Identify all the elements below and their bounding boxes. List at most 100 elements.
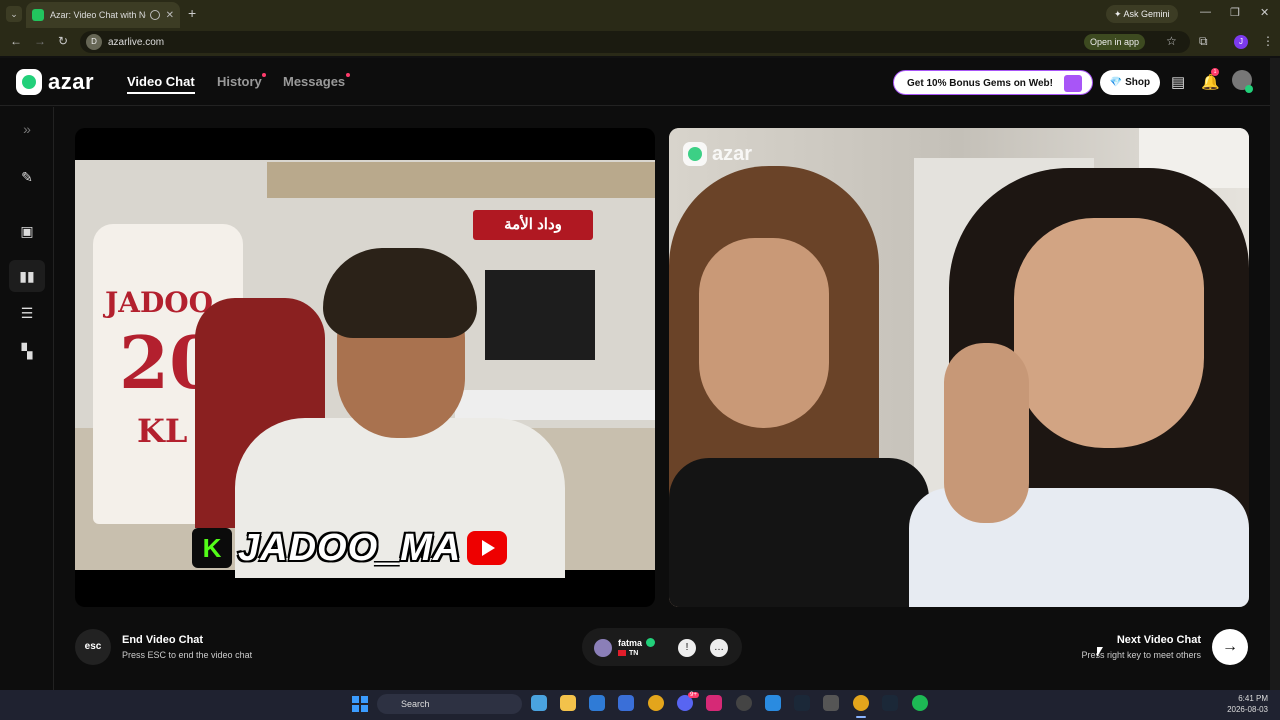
end-video-chat-title: End Video Chat	[122, 634, 204, 646]
tv-screen	[485, 270, 595, 360]
notification-badge: 1	[1211, 68, 1219, 76]
mail-app-icon[interactable]	[589, 695, 605, 711]
left-sidebar: » ✎ ▣ ▮▮ ☰ ▚	[0, 107, 54, 690]
partner-1-face	[699, 238, 829, 428]
partner-2-hand	[944, 343, 1029, 523]
azar-watermark: azar	[683, 142, 752, 166]
partner-avatar[interactable]	[594, 639, 612, 657]
mouse-cursor	[1097, 647, 1103, 657]
jersey-letters: KL	[137, 412, 188, 450]
partner-1-body	[669, 458, 929, 607]
forward-icon[interactable]: →	[34, 34, 46, 48]
azar-favicon	[32, 9, 44, 21]
clock-time: 6:41 PM	[1238, 694, 1268, 703]
history-notification-dot	[262, 73, 266, 77]
partner-country-code: TN	[629, 650, 639, 657]
photos-app-icon[interactable]	[531, 695, 547, 711]
profile-avatar[interactable]: J	[1234, 35, 1248, 49]
azar-logo-icon	[16, 69, 42, 95]
report-shield-icon[interactable]: !	[678, 639, 696, 657]
url-bar[interactable]: D azarlive.com	[80, 31, 1190, 53]
steam-icon[interactable]	[794, 695, 810, 711]
shop-button[interactable]: 💎 Shop	[1100, 70, 1160, 95]
magic-wand-icon[interactable]: ✎	[19, 169, 35, 186]
chrome-icon[interactable]	[648, 695, 664, 711]
sticker-icon[interactable]: ▣	[19, 223, 35, 240]
obs-icon[interactable]	[736, 695, 752, 711]
desk	[455, 390, 655, 420]
youtube-logo-icon	[467, 531, 508, 565]
jersey-name: JADOO	[105, 286, 214, 319]
end-video-chat-button[interactable]: esc	[75, 629, 111, 665]
app-header: azar Video Chat History Messages Get 10%…	[0, 58, 1270, 106]
file-explorer-icon[interactable]	[560, 695, 576, 711]
azar-logo[interactable]: azar	[16, 69, 94, 95]
partner-country: TN	[618, 650, 638, 657]
kick-logo-icon: K	[192, 528, 232, 568]
new-tab-button[interactable]: +	[188, 5, 196, 21]
open-in-app-label: Open in app	[1090, 37, 1140, 47]
tab-title: Azar: Video Chat with New	[50, 10, 146, 20]
partner-video-pane: azar	[669, 128, 1249, 607]
active-app-indicator	[856, 716, 866, 718]
back-icon[interactable]: ←	[10, 34, 22, 48]
gift-icon	[1064, 75, 1082, 92]
end-video-chat-hint: Press ESC to end the video chat	[122, 650, 253, 660]
audio-icon[interactable]	[149, 10, 160, 20]
taskbar-search[interactable]: Search	[377, 694, 522, 714]
ask-gemini-button[interactable]: ✦ Ask Gemini	[1106, 5, 1178, 23]
reload-icon[interactable]: ↻	[58, 34, 68, 48]
spotify-icon[interactable]	[912, 695, 928, 711]
bell-icon[interactable]: 🔔	[1201, 73, 1220, 91]
capcut-icon[interactable]	[823, 695, 839, 711]
ask-gemini-label: Ask Gemini	[1123, 9, 1170, 19]
layout-stacked-icon[interactable]: ☰	[19, 305, 35, 322]
bonus-gems-button[interactable]: Get 10% Bonus Gems on Web!	[893, 70, 1093, 95]
bonus-gems-label: Get 10% Bonus Gems on Web!	[907, 78, 1053, 89]
messages-notification-dot	[346, 73, 350, 77]
chat-bubble-icon[interactable]: …	[710, 639, 728, 657]
nav-video-chat[interactable]: Video Chat	[127, 74, 195, 94]
expand-sidebar-icon[interactable]: »	[19, 121, 35, 137]
windows-start-icon[interactable]	[352, 696, 368, 712]
page-scrollbar[interactable]	[1270, 58, 1280, 690]
browser-menu-icon[interactable]: ⋮	[1262, 34, 1274, 48]
my-video-pane: وداد الأمة JADOO 20 KL K JADOO_MA	[75, 128, 655, 607]
zoom-icon[interactable]	[765, 695, 781, 711]
steam-alt-icon[interactable]	[882, 695, 898, 711]
shop-label: Shop	[1125, 77, 1151, 88]
system-clock[interactable]: 6:41 PM 2026-08-03	[1222, 693, 1268, 715]
bookmark-star-icon[interactable]: ☆	[1166, 34, 1177, 48]
nav-messages[interactable]: Messages	[283, 74, 345, 89]
instagram-icon[interactable]	[706, 695, 722, 711]
maximize-button[interactable]: ❐	[1230, 6, 1240, 19]
tab-search-button[interactable]: ⌄	[6, 6, 22, 22]
wydad-scarf: وداد الأمة	[473, 210, 593, 240]
store-app-icon[interactable]	[618, 695, 634, 711]
windows-taskbar	[0, 690, 1280, 720]
chrome-active-icon[interactable]	[853, 695, 869, 711]
close-tab-icon[interactable]: ✕	[166, 10, 174, 21]
url-text: azarlive.com	[108, 36, 165, 48]
next-video-chat-title: Next Video Chat	[1116, 634, 1201, 646]
streamer-name: JADOO_MA	[238, 526, 462, 569]
minimize-button[interactable]: —	[1200, 6, 1211, 18]
open-in-app-button[interactable]: Open in app	[1084, 34, 1146, 50]
partner-name: fatma	[618, 638, 643, 648]
azar-logo-text: azar	[48, 69, 95, 94]
nav-history[interactable]: History	[217, 74, 262, 89]
azar-app: azar Video Chat History Messages Get 10%…	[0, 58, 1270, 690]
close-window-button[interactable]: ✕	[1260, 6, 1269, 19]
extensions-icon[interactable]: ⧉	[1199, 34, 1208, 49]
verified-badge-icon	[646, 638, 655, 647]
streamer-hair	[323, 248, 477, 338]
next-video-chat-button[interactable]: →	[1212, 629, 1248, 665]
layout-side-by-side-icon[interactable]: ▮▮	[9, 260, 45, 292]
inbox-icon[interactable]: ▤	[1171, 73, 1185, 91]
layout-grid-icon[interactable]: ▚	[19, 343, 35, 360]
online-status-dot	[1245, 85, 1253, 93]
browser-tab[interactable]: Azar: Video Chat with New ✕	[26, 2, 180, 28]
site-info-icon[interactable]: D	[86, 34, 102, 50]
azar-watermark-text: azar	[712, 142, 753, 165]
azar-watermark-icon	[683, 142, 707, 166]
